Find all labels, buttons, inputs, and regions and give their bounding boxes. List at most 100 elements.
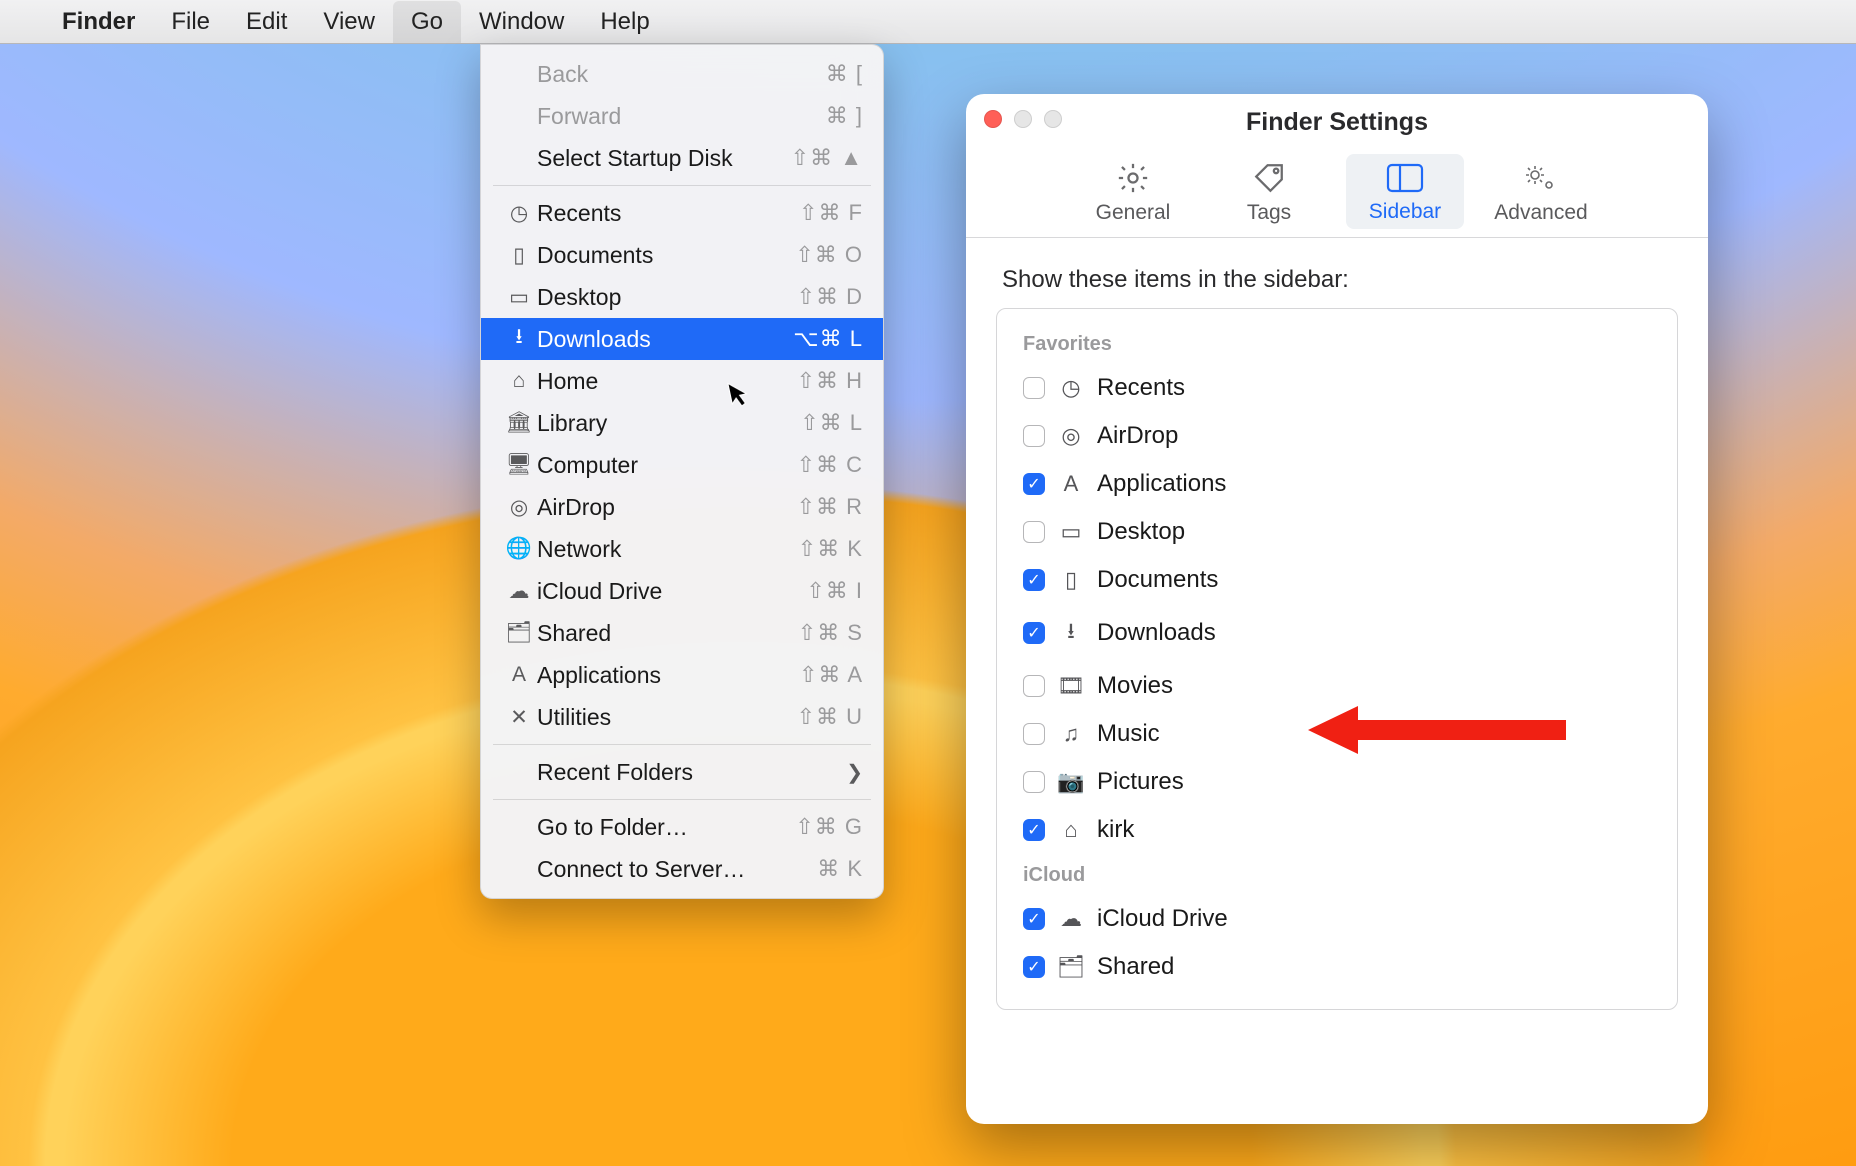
menu-item-shortcut: ⇧⌘ U — [797, 704, 863, 730]
menu-item-label: Downloads — [537, 326, 793, 353]
sidebar-option-downloads[interactable]: ✓⭳Downloads — [1015, 604, 1659, 662]
menu-item-label: Utilities — [537, 704, 797, 731]
menu-item-shortcut: ⇧⌘ R — [797, 494, 863, 520]
menu-item-label: Recent Folders — [537, 759, 836, 786]
menu-item-home[interactable]: ⌂Home⇧⌘ H — [481, 360, 883, 402]
checkbox[interactable] — [1023, 377, 1045, 399]
tab-label: Advanced — [1494, 201, 1587, 225]
option-label: Movies — [1097, 672, 1173, 700]
apps-icon: A — [501, 663, 537, 687]
menu-item-go-to-folder-[interactable]: Go to Folder…⇧⌘ G — [481, 806, 883, 848]
menu-item-library[interactable]: 🏛Library⇧⌘ L — [481, 402, 883, 444]
sidebar-option-recents[interactable]: ◷Recents — [1015, 364, 1659, 412]
checkbox[interactable]: ✓ — [1023, 956, 1045, 978]
library-icon: 🏛 — [501, 411, 537, 435]
menu-item-label: Computer — [537, 452, 797, 479]
option-label: iCloud Drive — [1097, 905, 1228, 933]
menu-item-shortcut: ⇧⌘ C — [797, 452, 863, 478]
tab-sidebar[interactable]: Sidebar — [1346, 154, 1464, 229]
menu-recent-folders[interactable]: Recent Folders ❯ — [481, 751, 883, 793]
tab-general[interactable]: General — [1074, 154, 1192, 229]
option-label: Documents — [1097, 566, 1218, 594]
finder-settings-window: Finder Settings General Tags Sidebar Adv… — [966, 94, 1708, 1124]
menu-item-label: Desktop — [537, 284, 797, 311]
menu-item-shortcut: ⌥⌘ L — [793, 326, 863, 352]
menubar-window[interactable]: Window — [461, 1, 582, 43]
menu-item-icloud-drive[interactable]: ☁iCloud Drive⇧⌘ I — [481, 570, 883, 612]
menu-item-shortcut: ⇧⌘ H — [797, 368, 863, 394]
window-title: Finder Settings — [966, 108, 1708, 137]
movies-icon: 🎞 — [1057, 673, 1085, 699]
cloud-icon: ☁ — [501, 579, 537, 604]
checkbox[interactable]: ✓ — [1023, 473, 1045, 495]
option-label: AirDrop — [1097, 422, 1178, 450]
menu-item-shortcut: ⇧⌘ D — [797, 284, 863, 310]
menu-item-recents[interactable]: ◷Recents⇧⌘ F — [481, 192, 883, 234]
checkbox[interactable] — [1023, 723, 1045, 745]
menu-item-label: Home — [537, 368, 797, 395]
sidebar-option-documents[interactable]: ✓ ▯ Documents — [1015, 556, 1659, 604]
doc-icon: ▯ — [501, 243, 537, 268]
menu-item-label: Recents — [537, 200, 799, 227]
sidebar-option-icloud-drive[interactable]: ✓☁iCloud Drive — [1015, 895, 1659, 943]
menu-item-label: Back — [537, 61, 826, 88]
menubar-go[interactable]: Go — [393, 1, 461, 43]
home-icon: ⌂ — [1057, 817, 1085, 843]
sidebar-option-applications[interactable]: ✓AApplications — [1015, 460, 1659, 508]
menubar-help[interactable]: Help — [582, 1, 667, 43]
tab-advanced[interactable]: Advanced — [1482, 154, 1600, 229]
menu-item-label: Connect to Server… — [537, 856, 817, 883]
checkbox[interactable] — [1023, 675, 1045, 697]
option-label: Music — [1097, 720, 1160, 748]
menubar-edit[interactable]: Edit — [228, 1, 305, 43]
menu-item-documents[interactable]: ▯Documents⇧⌘ O — [481, 234, 883, 276]
tab-label: Tags — [1247, 201, 1291, 225]
checkbox[interactable]: ✓ — [1023, 622, 1045, 644]
tab-tags[interactable]: Tags — [1210, 154, 1328, 229]
menu-item-label: AirDrop — [537, 494, 797, 521]
option-label: Downloads — [1097, 619, 1216, 647]
sidebar-option-airdrop[interactable]: ◎AirDrop — [1015, 412, 1659, 460]
menu-item-downloads[interactable]: ⭳Downloads⌥⌘ L — [481, 318, 883, 360]
home-icon: ⌂ — [501, 369, 537, 393]
doc-icon: ▯ — [1057, 567, 1085, 593]
sidebar-option-desktop[interactable]: ▭Desktop — [1015, 508, 1659, 556]
tag-icon — [1252, 160, 1286, 195]
sidebar-option-shared[interactable]: ✓🗂Shared — [1015, 943, 1659, 991]
menu-item-computer[interactable]: 🖥Computer⇧⌘ C — [481, 444, 883, 486]
menubar-view[interactable]: View — [305, 1, 393, 43]
checkbox[interactable] — [1023, 425, 1045, 447]
option-label: kirk — [1097, 816, 1134, 844]
checkbox[interactable]: ✓ — [1023, 819, 1045, 841]
menu-item-connect-to-server-[interactable]: Connect to Server…⌘ K — [481, 848, 883, 890]
pictures-icon: 📷 — [1057, 769, 1085, 795]
settings-toolbar: General Tags Sidebar Advanced — [966, 132, 1708, 238]
menu-item-desktop[interactable]: ▭Desktop⇧⌘ D — [481, 276, 883, 318]
sidebar-option-kirk[interactable]: ✓ ⌂ kirk — [1015, 806, 1659, 854]
menubar-file[interactable]: File — [153, 1, 228, 43]
checkbox[interactable]: ✓ — [1023, 569, 1045, 591]
sidebar-option-pictures[interactable]: 📷Pictures — [1015, 758, 1659, 806]
checkbox[interactable] — [1023, 521, 1045, 543]
menu-item-label: Select Startup Disk — [537, 145, 791, 172]
menu-item-applications[interactable]: AApplications⇧⌘ A — [481, 654, 883, 696]
desktop-icon: ▭ — [501, 285, 537, 310]
sidebar-items-panel: Favorites◷Recents◎AirDrop✓AApplications▭… — [996, 308, 1678, 1010]
checkbox[interactable]: ✓ — [1023, 908, 1045, 930]
menu-item-label: Applications — [537, 662, 799, 689]
window-titlebar[interactable]: Finder Settings — [966, 94, 1708, 132]
menu-item-shortcut: ⇧⌘ K — [798, 536, 863, 562]
checkbox[interactable] — [1023, 771, 1045, 793]
option-label: Desktop — [1097, 518, 1185, 546]
menu-item-label: Go to Folder… — [537, 814, 795, 841]
menu-item-utilities[interactable]: ✕Utilities⇧⌘ U — [481, 696, 883, 738]
menubar-app[interactable]: Finder — [44, 1, 153, 43]
menu-item-select-startup-disk[interactable]: Select Startup Disk⇧⌘ ▲ — [481, 137, 883, 179]
menu-item-shared[interactable]: 🗂Shared⇧⌘ S — [481, 612, 883, 654]
menu-item-back: Back⌘ [ — [481, 53, 883, 95]
menu-item-airdrop[interactable]: ◎AirDrop⇧⌘ R — [481, 486, 883, 528]
go-menu: Back⌘ [Forward⌘ ]Select Startup Disk⇧⌘ ▲… — [480, 44, 884, 899]
annotation-arrow-icon — [1308, 700, 1568, 760]
option-label: Applications — [1097, 470, 1226, 498]
menu-item-network[interactable]: 🌐Network⇧⌘ K — [481, 528, 883, 570]
